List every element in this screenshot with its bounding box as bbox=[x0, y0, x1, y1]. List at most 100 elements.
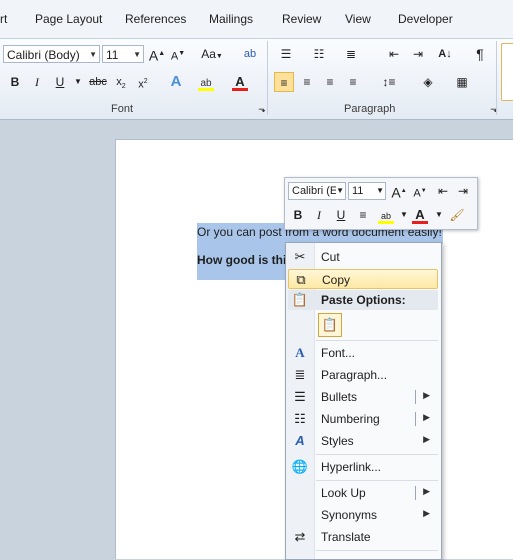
menu-separator bbox=[316, 340, 438, 341]
context-menu: ✂ Cut ⧉ Copy 📋 Paste Options: 📋 A Font..… bbox=[285, 242, 442, 560]
shading-icon[interactable]: ◈ bbox=[418, 72, 438, 92]
underline-button[interactable]: U bbox=[50, 72, 70, 92]
multilevel-list-icon[interactable]: ≣ bbox=[341, 44, 361, 64]
change-case-button[interactable]: Aa▼ bbox=[200, 44, 224, 64]
mini-font-name-combo[interactable]: Calibri (E ▼ bbox=[288, 182, 346, 200]
center-align-icon[interactable]: ≡ bbox=[354, 206, 372, 224]
tab-references[interactable]: References bbox=[125, 12, 186, 26]
mini-toolbar: Calibri (E ▼ 11 ▼ A▲ A▼ ⇤ ⇥ B I U ≡ ab ▼… bbox=[284, 177, 478, 230]
decrease-indent-icon[interactable]: ⇤ bbox=[384, 44, 404, 64]
text-effects-icon[interactable]: A bbox=[166, 72, 186, 92]
tab-format[interactable]: rt bbox=[0, 12, 7, 26]
tab-review[interactable]: Review bbox=[282, 12, 321, 26]
chevron-right-icon: ▶ bbox=[423, 434, 430, 444]
numbering-icon: ☷ bbox=[294, 411, 306, 426]
menu-item-translate[interactable]: ⇄ Translate bbox=[288, 527, 438, 547]
font-color-button[interactable]: A bbox=[230, 72, 250, 92]
chevron-down-icon[interactable]: ▼ bbox=[68, 72, 88, 92]
pilcrow-button[interactable]: ¶ bbox=[470, 44, 490, 64]
increase-indent-icon[interactable]: ⇥ bbox=[454, 182, 472, 200]
tab-view[interactable]: View bbox=[345, 12, 371, 26]
styles-icon: A bbox=[295, 433, 305, 448]
font-size-value: 11 bbox=[106, 48, 119, 62]
align-right-icon[interactable]: ≡ bbox=[320, 72, 340, 92]
dialog-launcher-icon[interactable]: ⬎ bbox=[484, 99, 504, 119]
chevron-down-icon[interactable]: ▼ bbox=[430, 206, 448, 224]
clipboard-icon: 📋 bbox=[321, 317, 339, 332]
menu-item-styles[interactable]: A Styles ▶ bbox=[288, 431, 438, 451]
superscript-button[interactable]: x2 bbox=[133, 72, 153, 92]
subscript-button[interactable]: x2 bbox=[111, 72, 131, 92]
tab-developer[interactable]: Developer bbox=[398, 12, 453, 26]
ribbon: Calibri (Body) ▼ 11 ▼ A▲ A▼ Aa▼ ab B I U… bbox=[0, 38, 513, 120]
paste-options-header: 📋 Paste Options: bbox=[288, 290, 438, 310]
align-left-icon[interactable]: ≡ bbox=[274, 72, 294, 92]
shrink-font-button[interactable]: A▼ bbox=[168, 44, 188, 64]
font-size-combo[interactable]: 11 ▼ bbox=[102, 45, 144, 63]
mini-font-size-combo[interactable]: 11 ▼ bbox=[348, 182, 386, 200]
line-spacing-icon[interactable]: ↕≡ bbox=[379, 72, 399, 92]
highlight-color-button[interactable]: ab bbox=[196, 72, 216, 92]
selected-text-line-2[interactable]: How good is this bbox=[197, 244, 293, 280]
group-divider bbox=[496, 41, 497, 115]
menu-item-bullets[interactable]: ☰ Bullets ▶ bbox=[288, 387, 438, 407]
menu-item-paragraph[interactable]: ≣ Paragraph... bbox=[288, 365, 438, 385]
font-icon: A bbox=[295, 345, 305, 360]
chevron-down-icon: ▼ bbox=[133, 50, 141, 59]
justify-icon[interactable]: ≡ bbox=[343, 72, 363, 92]
strikethrough-button[interactable]: abc bbox=[87, 72, 109, 92]
increase-indent-icon[interactable]: ⇥ bbox=[408, 44, 428, 64]
mini-highlight-button[interactable]: ab bbox=[377, 206, 395, 224]
mini-underline-button[interactable]: U bbox=[332, 206, 350, 224]
globe-link-icon: 🌐 bbox=[291, 459, 309, 474]
chevron-down-icon: ▼ bbox=[376, 186, 384, 195]
decrease-indent-icon[interactable]: ⇤ bbox=[434, 182, 452, 200]
ribbon-tab-bar: rt Page Layout References Mailings Revie… bbox=[0, 0, 513, 38]
align-center-icon[interactable]: ≡ bbox=[297, 72, 317, 92]
sort-icon[interactable]: A↓ bbox=[435, 44, 455, 64]
group-divider bbox=[267, 41, 268, 115]
bullets-icon[interactable]: ☰ bbox=[276, 44, 296, 64]
menu-item-synonyms[interactable]: Synonyms ▶ bbox=[288, 505, 438, 525]
format-painter-icon[interactable]: 🖌 bbox=[448, 206, 466, 224]
styles-gallery[interactable] bbox=[501, 43, 513, 101]
menu-separator bbox=[316, 480, 438, 481]
chevron-down-icon: ▼ bbox=[89, 50, 97, 59]
mini-italic-button[interactable]: I bbox=[310, 206, 328, 224]
chevron-right-icon: ▶ bbox=[423, 390, 430, 400]
italic-button[interactable]: I bbox=[27, 72, 47, 92]
grow-font-button[interactable]: A▲ bbox=[147, 44, 167, 64]
numbering-icon[interactable]: ☷ bbox=[309, 44, 329, 64]
menu-separator bbox=[316, 454, 438, 455]
paste-icon: 📋 bbox=[291, 292, 309, 307]
group-label-paragraph: Paragraph bbox=[344, 103, 396, 115]
group-label-font: Font bbox=[111, 103, 134, 115]
menu-item-hyperlink[interactable]: 🌐 Hyperlink... bbox=[288, 457, 438, 477]
paragraph-icon: ≣ bbox=[294, 367, 306, 382]
paste-keep-text-button[interactable]: 📋 bbox=[318, 313, 342, 337]
tab-page-layout[interactable]: Page Layout bbox=[35, 12, 102, 26]
menu-item-copy[interactable]: ⧉ Copy bbox=[288, 269, 438, 289]
tab-mailings[interactable]: Mailings bbox=[209, 12, 253, 26]
bullets-icon: ☰ bbox=[294, 389, 306, 404]
menu-item-font[interactable]: A Font... bbox=[288, 343, 438, 363]
borders-icon[interactable]: ▦ bbox=[452, 72, 472, 92]
mini-bold-button[interactable]: B bbox=[289, 206, 307, 224]
grow-font-icon[interactable]: A▲ bbox=[390, 182, 408, 201]
shrink-font-icon[interactable]: A▼ bbox=[411, 182, 429, 200]
chevron-down-icon: ▼ bbox=[336, 183, 344, 199]
font-name-combo[interactable]: Calibri (Body) ▼ bbox=[3, 45, 100, 63]
menu-item-look-up[interactable]: Look Up ▶ bbox=[288, 483, 438, 503]
chevron-right-icon: ▶ bbox=[423, 412, 430, 422]
copy-icon: ⧉ bbox=[296, 272, 306, 287]
translate-icon: ⇄ bbox=[294, 529, 306, 544]
bold-button[interactable]: B bbox=[5, 72, 25, 92]
dialog-launcher-icon[interactable]: ⬎ bbox=[252, 99, 272, 119]
menu-item-cut[interactable]: ✂ Cut bbox=[288, 247, 438, 267]
menu-separator bbox=[316, 550, 438, 551]
chevron-right-icon: ▶ bbox=[423, 508, 430, 518]
font-name-value: Calibri (Body) bbox=[7, 48, 80, 62]
clear-format-icon[interactable]: ab bbox=[240, 44, 260, 64]
menu-item-numbering[interactable]: ☷ Numbering ▶ bbox=[288, 409, 438, 429]
mini-font-color-button[interactable]: A bbox=[411, 206, 429, 224]
